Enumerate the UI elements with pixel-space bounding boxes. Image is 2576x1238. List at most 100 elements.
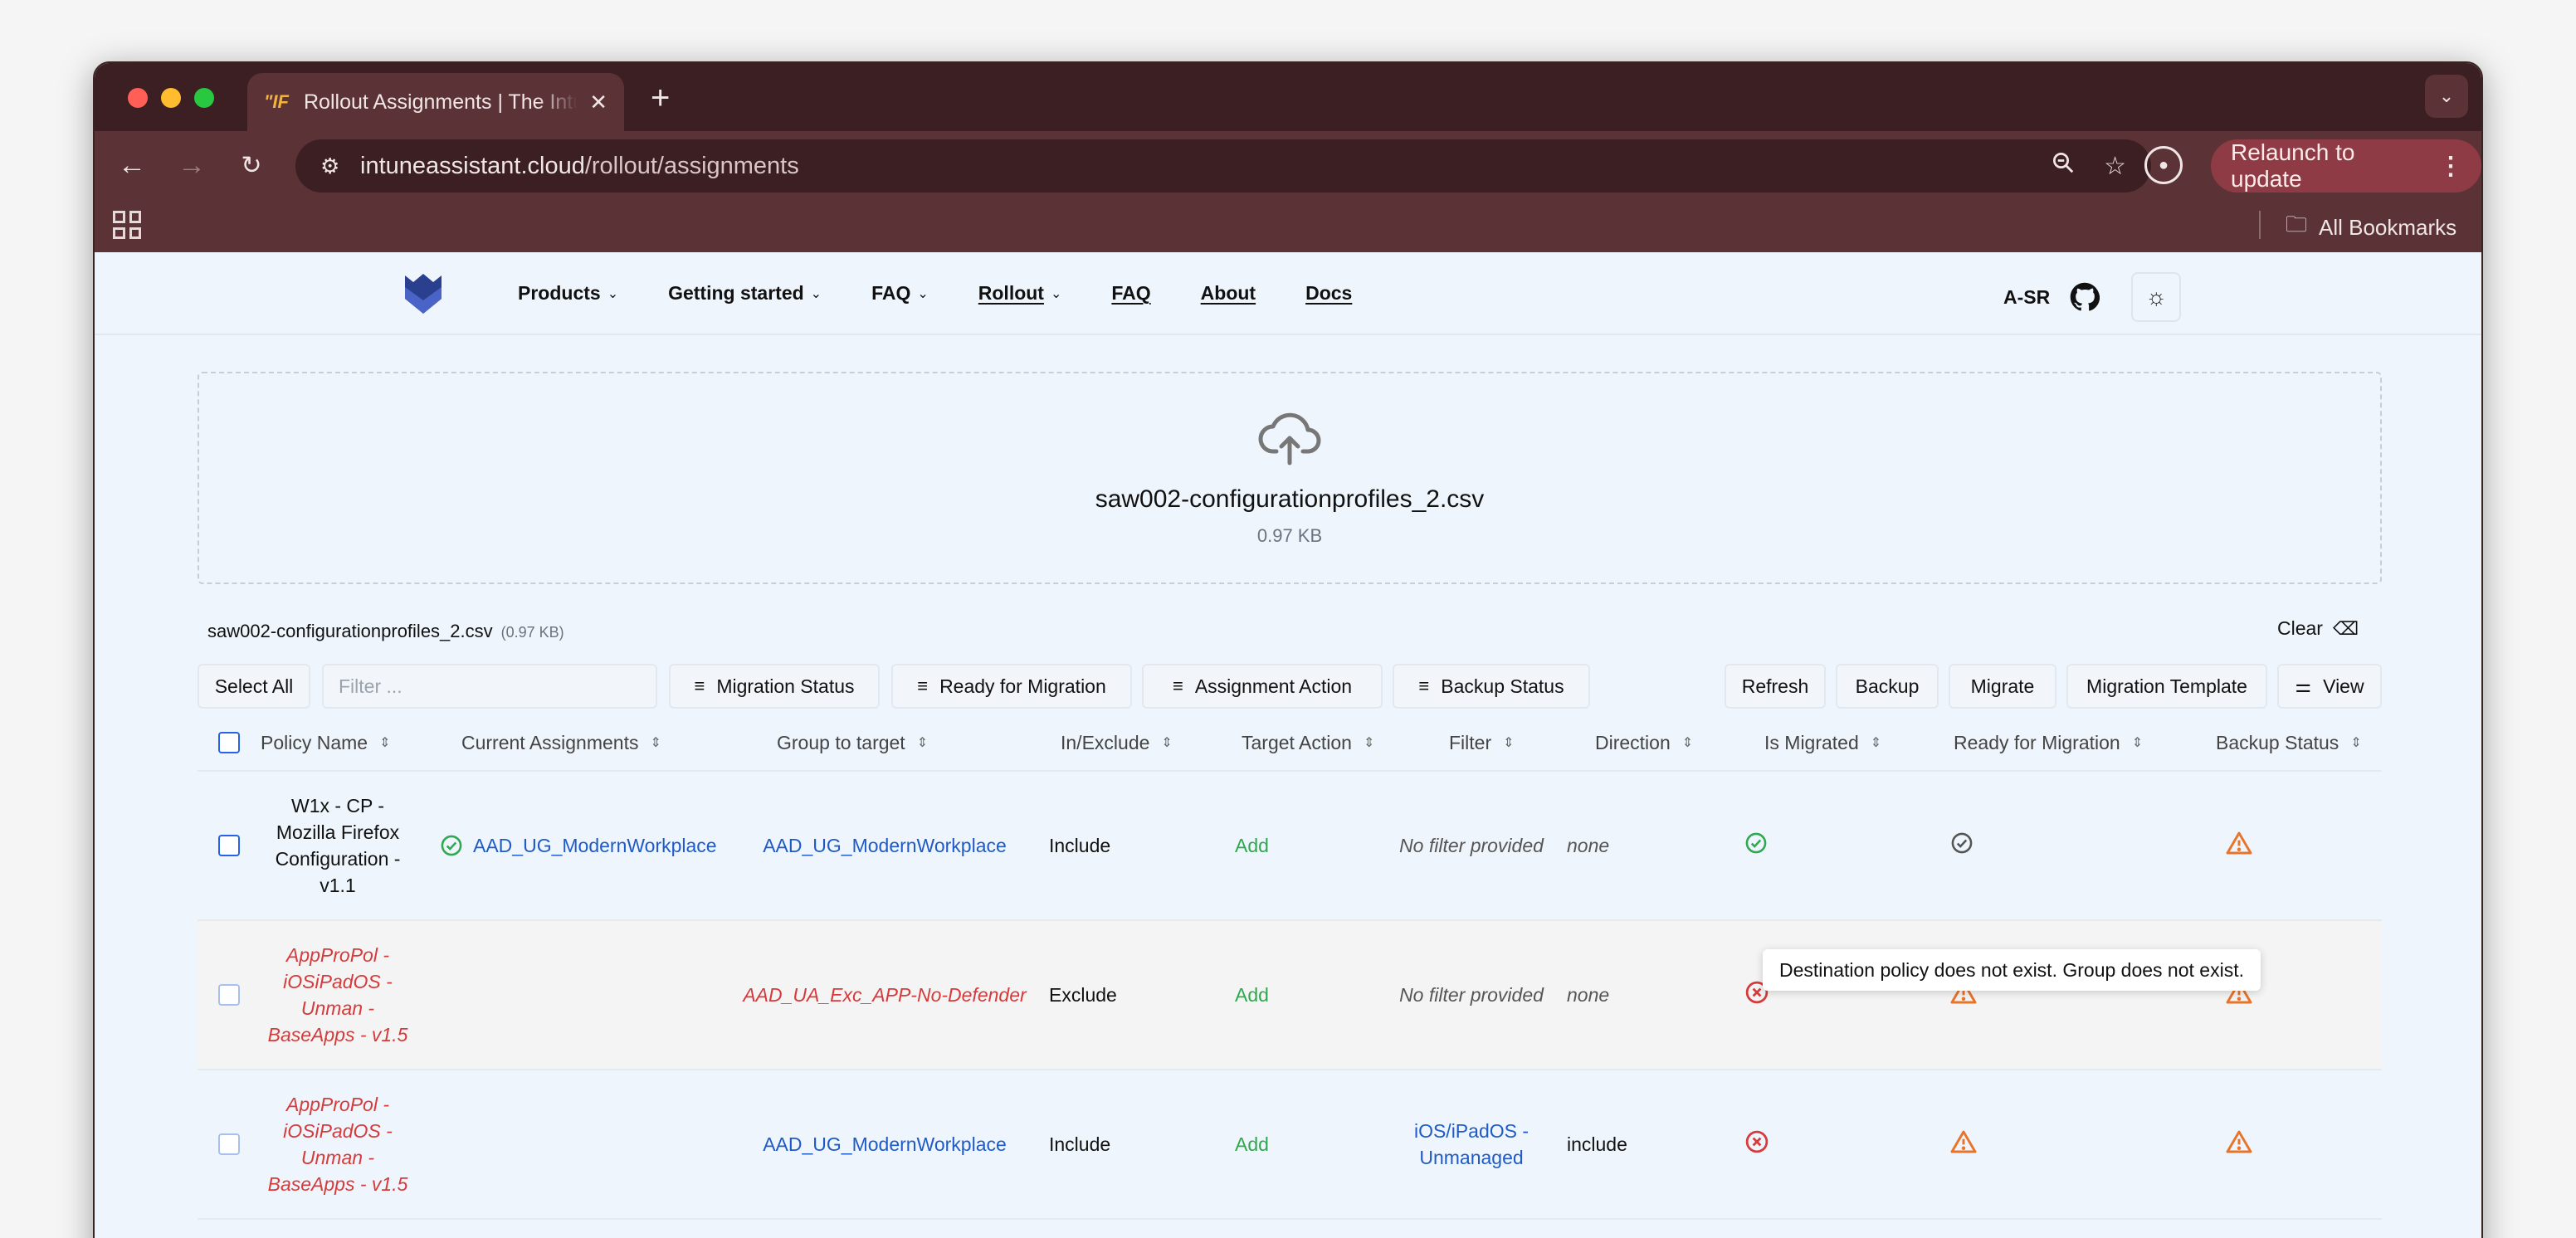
profile-icon[interactable]: ● <box>2144 146 2183 184</box>
tab-search-button[interactable]: ⌄ <box>2425 75 2468 118</box>
filter-ready-for-migration-button[interactable]: ≡ Ready for Migration <box>891 664 1132 709</box>
column-in-exclude[interactable]: In/Exclude ⇕ <box>1061 732 1242 754</box>
page-content: Products ⌄ Getting started ⌄ FAQ ⌄ Rollout ⌄… <box>95 252 2481 1238</box>
user-initials[interactable]: A-SR <box>2003 286 2050 309</box>
filter-value: No filter provided <box>1399 984 1544 1006</box>
minimize-window-button[interactable] <box>161 88 181 108</box>
nav-faq-link[interactable]: FAQ <box>1111 282 1150 305</box>
nav-docs[interactable]: Docs <box>1305 282 1352 305</box>
nav-rollout[interactable]: Rollout ⌄ <box>978 282 1062 305</box>
status-tooltip: Destination policy does not exist. Group… <box>1763 949 2261 991</box>
in-exclude: Exclude <box>1049 983 1117 1006</box>
loaded-file-size: (0.97 KB) <box>500 624 564 641</box>
view-options-button[interactable]: ⚌ View <box>2277 664 2382 709</box>
error-x-circle-icon[interactable] <box>1744 1129 1769 1154</box>
select-all-checkbox[interactable] <box>218 732 240 753</box>
policy-name: W1x - CP - Mozilla Firefox Configuration… <box>275 795 401 896</box>
column-policy-name[interactable]: Policy Name ⇕ <box>261 732 461 754</box>
column-is-migrated[interactable]: Is Migrated ⇕ <box>1764 732 1954 754</box>
row-checkbox[interactable] <box>218 1133 240 1155</box>
theme-toggle-button[interactable]: ☼ <box>2131 272 2182 322</box>
filter-icon: ≡ <box>917 675 929 696</box>
reload-button[interactable]: ↻ <box>232 146 271 184</box>
column-current-assignments[interactable]: Current Assignments ⇕ <box>461 732 777 754</box>
loaded-file-info: saw002-configurationprofiles_2.csv (0.97 … <box>207 621 564 642</box>
table-row[interactable]: AppProPol - iOSiPadOS - Unman - BaseApps… <box>198 1070 2382 1220</box>
target-action: Add <box>1235 983 1269 1006</box>
dropzone-file-size: 0.97 KB <box>1256 525 1323 546</box>
bookmark-star-icon[interactable]: ☆ <box>2104 152 2126 181</box>
column-ready-for-migration[interactable]: Ready for Migration ⇕ <box>1954 732 2216 754</box>
maximize-window-button[interactable] <box>194 88 214 108</box>
browser-tab-active[interactable]: "IF Rollout Assignments | The Intune Ass… <box>247 73 624 131</box>
filter-value[interactable]: iOS/iPadOS - Unmanaged <box>1389 1118 1554 1171</box>
file-dropzone[interactable]: saw002-configurationprofiles_2.csv 0.97 … <box>198 372 2382 584</box>
more-menu-icon[interactable]: ⋮ <box>2438 152 2463 181</box>
warning-icon[interactable] <box>2226 831 2252 855</box>
ready-check-icon[interactable] <box>1950 831 1973 855</box>
column-group-to-target[interactable]: Group to target ⇕ <box>777 732 1061 754</box>
select-all-button[interactable]: Select All <box>198 664 310 709</box>
github-icon[interactable] <box>2070 282 2100 312</box>
sort-icon: ⇕ <box>1870 736 1882 750</box>
apps-grid-icon[interactable] <box>113 211 141 239</box>
chevron-down-icon: ⌄ <box>607 286 619 301</box>
site-logo[interactable] <box>402 271 445 315</box>
sort-icon: ⇕ <box>1503 736 1515 750</box>
filter-migration-status-button[interactable]: ≡ Migration Status <box>669 664 880 709</box>
column-backup-status[interactable]: Backup Status ⇕ <box>2216 732 2382 754</box>
migrate-button[interactable]: Migrate <box>1949 664 2056 709</box>
zoom-icon[interactable] <box>2051 150 2076 182</box>
table-row[interactable]: W1x - CP - Mozilla Firefox Configuration… <box>198 772 2382 921</box>
filter-backup-status-button[interactable]: ≡ Backup Status <box>1393 664 1590 709</box>
direction-value: include <box>1567 1133 1627 1155</box>
filter-icon: ≡ <box>694 675 705 696</box>
filter-input[interactable] <box>322 664 657 709</box>
all-bookmarks-button[interactable]: 🗀 All Bookmarks <box>2286 209 2456 246</box>
forward-button[interactable]: → <box>173 146 211 184</box>
nav-getting-started[interactable]: Getting started ⌄ <box>668 282 822 305</box>
url-text: intuneassistant.cloud/rollout/assignment… <box>360 152 799 179</box>
bookmarks-bar: 🗀 All Bookmarks <box>95 199 2481 252</box>
target-action: Add <box>1235 1133 1269 1155</box>
current-assignment-link[interactable]: AAD_UG_ModernWorkplace <box>473 835 717 857</box>
refresh-button[interactable]: Refresh <box>1725 664 1826 709</box>
column-direction[interactable]: Direction ⇕ <box>1595 732 1764 754</box>
group-to-target[interactable]: AAD_UG_ModernWorkplace <box>742 1131 1027 1158</box>
nav-faq-menu[interactable]: FAQ ⌄ <box>871 282 929 305</box>
table-header: Policy Name ⇕ Current Assignments ⇕ Group … <box>198 715 2382 772</box>
table-row[interactable]: AppProPol - iOSiPadOS - Unman - BaseApps… <box>198 921 2382 1070</box>
target-action: Add <box>1235 834 1269 856</box>
dropzone-file-name: saw002-configurationprofiles_2.csv <box>1095 485 1485 513</box>
clear-button[interactable]: Clear ⌫ <box>2277 617 2359 640</box>
row-checkbox[interactable] <box>218 835 240 856</box>
sun-icon: ☼ <box>2145 284 2168 310</box>
warning-icon[interactable] <box>1950 1129 1977 1154</box>
backup-button[interactable]: Backup <box>1836 664 1939 709</box>
migrated-check-icon[interactable] <box>1744 831 1768 855</box>
filter-value: No filter provided <box>1399 835 1544 856</box>
group-to-target: AAD_UA_Exc_APP-No-Defender <box>743 984 1027 1006</box>
migration-template-button[interactable]: Migration Template <box>2066 664 2267 709</box>
back-button[interactable]: ← <box>113 146 151 184</box>
in-exclude: Include <box>1049 834 1111 856</box>
site-settings-icon[interactable]: ⚙ <box>320 154 345 179</box>
direction-value: none <box>1567 983 1610 1006</box>
close-tab-icon[interactable]: ✕ <box>589 90 607 115</box>
nav-about[interactable]: About <box>1201 282 1256 305</box>
sort-icon: ⇕ <box>916 736 929 750</box>
filter-assignment-action-button[interactable]: ≡ Assignment Action <box>1142 664 1383 709</box>
close-window-button[interactable] <box>128 88 148 108</box>
relaunch-button[interactable]: Relaunch to update ⋮ <box>2211 139 2481 193</box>
new-tab-button[interactable]: + <box>651 78 670 118</box>
current-assignment: AAD_UG_ModernWorkplace <box>415 834 742 857</box>
sort-icon: ⇕ <box>1681 736 1694 750</box>
warning-icon[interactable] <box>2226 1129 2252 1154</box>
address-bar[interactable]: ⚙ intuneassistant.cloud/rollout/assignme… <box>295 139 2151 193</box>
group-to-target[interactable]: AAD_UG_ModernWorkplace <box>742 832 1027 859</box>
chevron-down-icon: ⌄ <box>810 286 822 301</box>
nav-products[interactable]: Products ⌄ <box>518 282 618 305</box>
column-filter[interactable]: Filter ⇕ <box>1449 732 1595 754</box>
column-target-action[interactable]: Target Action ⇕ <box>1242 732 1449 754</box>
row-checkbox[interactable] <box>218 984 240 1006</box>
